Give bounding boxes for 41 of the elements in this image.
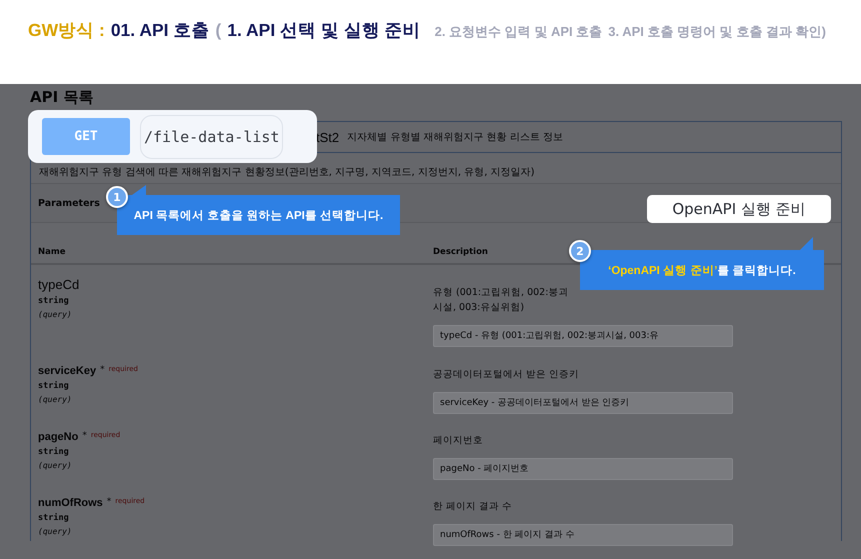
parameter-description: 공공데이터포털에서 받은 인증키 (433, 368, 580, 382)
step-heading: 3. API 호출 명령어 및 호출 결과 확인) (608, 23, 826, 41)
parameter-location: (query) (38, 395, 73, 404)
step-heading: ( (215, 20, 222, 41)
parameter-input[interactable]: numOfRows - 한 페이지 결과 수 (433, 524, 733, 546)
api-path: tSt2 (316, 130, 340, 144)
column-header: Description (433, 247, 488, 257)
parameter-location: (query) (38, 310, 73, 319)
parameter-input[interactable]: typeCd - 유형 (001:고립위험, 002:붕괴시설, 003:유 (433, 325, 733, 348)
method-badge: GET (42, 118, 130, 155)
section-title: API 목록 (30, 87, 94, 107)
parameter-description: 한 페이지 결과 수 (433, 500, 514, 514)
api-path-link[interactable]: /file-data-list (140, 114, 284, 158)
step-heading: GW방식 : (28, 19, 105, 42)
parameter-type: string (38, 381, 70, 391)
parameter-input[interactable]: serviceKey - 공공데이터포털에서 받은 인증키 (433, 392, 733, 414)
callout-tail (800, 237, 814, 250)
openapi-prepare-button[interactable]: OpenAPI 실행 준비 (647, 195, 831, 223)
parameter-name: typeCd (38, 277, 80, 292)
parameter-type: string (38, 513, 70, 523)
api-description: 재해위험지구 유형 검색에 따른 재해위험지구 현황정보(관리번호, 지구명, 지역코드, 지정번지, 유형, 지정일자) (38, 166, 536, 180)
parameter-name: numOfRows (38, 497, 103, 509)
step-heading: 01. API 호출 (110, 19, 210, 42)
parameter-description: 페이지번호 (433, 434, 484, 448)
parameter-name: serviceKey (38, 365, 96, 377)
parameter-location: (query) (38, 527, 73, 536)
parameters-label: Parameters (38, 198, 100, 208)
parameter-description: 유형 (001:고립위험, 002:붕괴시설, 003:유실위험) (433, 286, 570, 316)
parameter-type: string (38, 296, 70, 306)
required-asterisk-label: * (106, 497, 112, 507)
parameter-input[interactable]: pageNo - 페이지번호 (433, 458, 733, 480)
step-heading: 2. 요청변수 입력 및 API 호출 (434, 23, 602, 41)
step-heading: 1. API 선택 및 실행 준비 (227, 19, 421, 42)
parameter-name: pageNo (38, 431, 78, 443)
api-title: 지자체별 유형별 재해위험지구 현황 리스트 정보 (347, 131, 564, 144)
required-asterisk-label: * (82, 431, 87, 441)
parameter-location: (query) (38, 461, 73, 470)
required-asterisk-label: * (100, 365, 105, 375)
column-header: Name (38, 247, 66, 257)
callout-tail (132, 185, 146, 198)
parameter-type: string (38, 447, 70, 457)
